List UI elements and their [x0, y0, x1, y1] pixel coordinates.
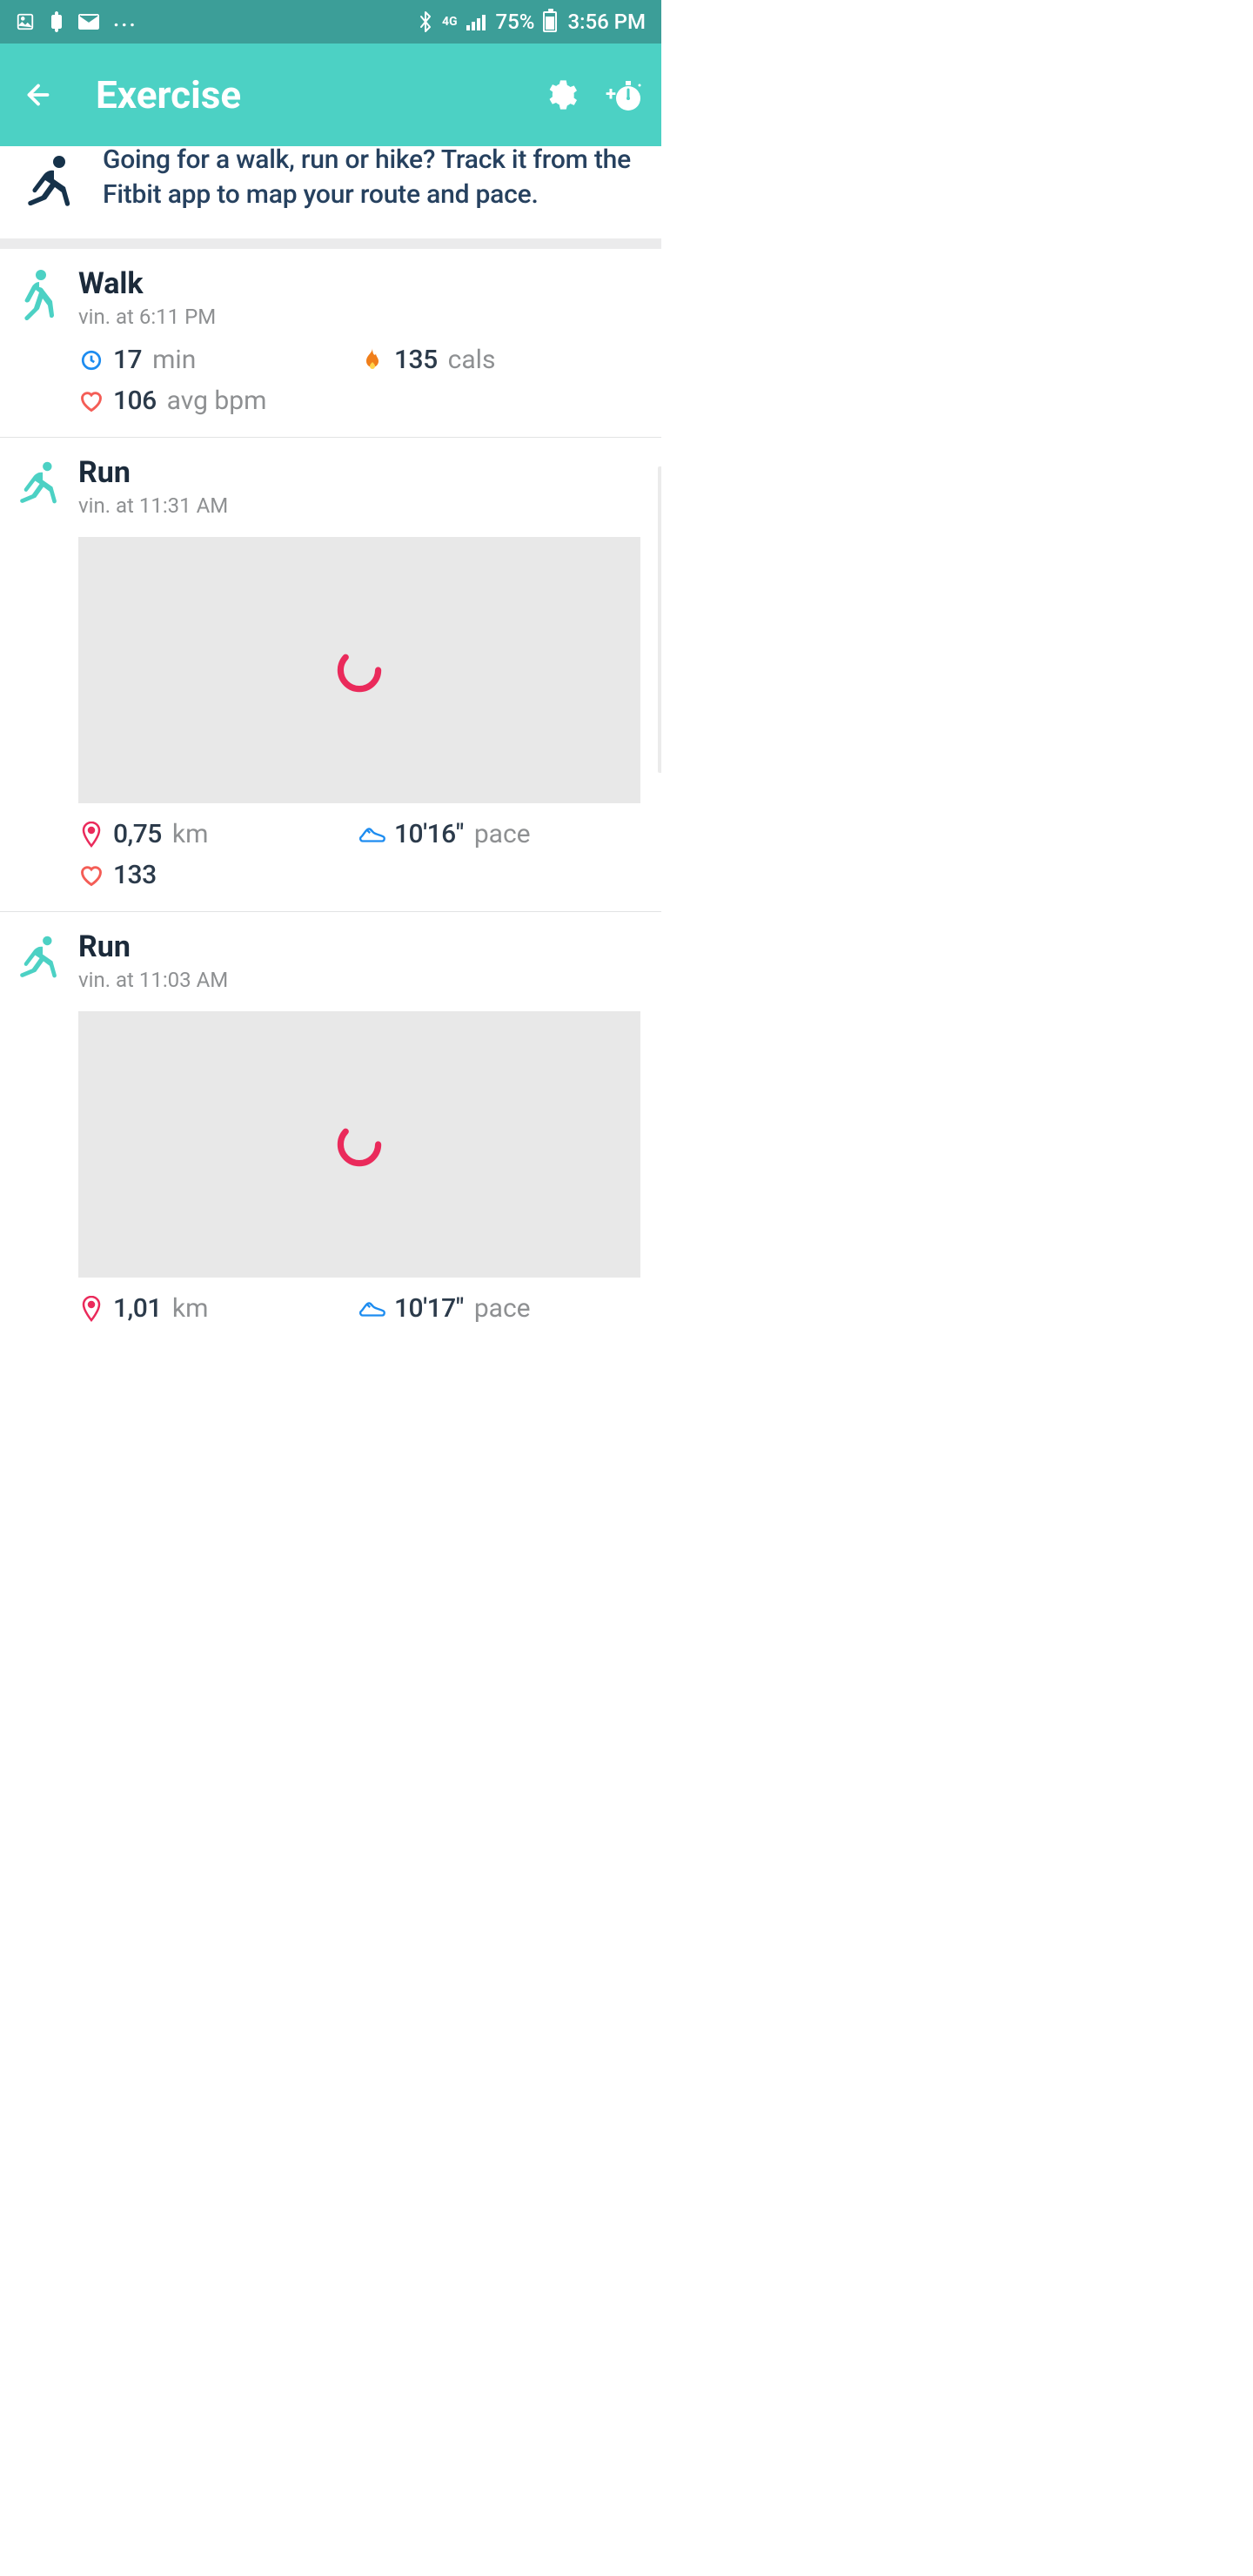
- stat-duration: 17 min: [78, 345, 359, 375]
- battery-label: 75%: [496, 10, 535, 34]
- banner-text: Going for a walk, run or hike? Track it …: [103, 143, 644, 212]
- run-icon: [12, 459, 63, 509]
- battery-icon: [543, 11, 557, 32]
- exercise-title: Run: [78, 931, 640, 963]
- map-placeholder: [78, 537, 640, 803]
- stat-distance: 1,01 km: [78, 1293, 359, 1324]
- map-placeholder: [78, 1011, 640, 1278]
- flame-icon: [359, 347, 385, 373]
- run-icon: [12, 933, 63, 983]
- status-right: 4G 75% 3:56 PM: [418, 10, 646, 34]
- clock-label: 3:56 PM: [567, 10, 646, 34]
- status-ellipsis: ...: [113, 15, 137, 23]
- stat-calories: 135 cals: [359, 345, 640, 375]
- picture-icon: [16, 12, 35, 31]
- heart-icon: [78, 862, 104, 889]
- add-exercise-button[interactable]: +: [602, 74, 644, 116]
- scroll-indicator: [658, 466, 661, 773]
- svg-text:+: +: [606, 84, 616, 105]
- heart-icon: [78, 388, 104, 414]
- pin-icon: [78, 1296, 104, 1322]
- status-left: ...: [16, 11, 137, 32]
- signal-icon: [466, 13, 487, 30]
- shoe-icon: [359, 822, 385, 848]
- stat-distance: 0,75 km: [78, 819, 359, 849]
- app-bar: Exercise +: [0, 44, 661, 146]
- exercise-time: vin. at 11:03 AM: [78, 968, 640, 992]
- network-label: 4G: [442, 15, 458, 29]
- loading-icon: [333, 1118, 385, 1171]
- settings-button[interactable]: [539, 74, 581, 116]
- track-route-banner[interactable]: Going for a walk, run or hike? Track it …: [0, 146, 661, 249]
- fitbit-sync-icon: [49, 11, 64, 32]
- exercise-title: Run: [78, 457, 640, 488]
- exercise-title: Walk: [78, 268, 640, 299]
- clock-icon: [78, 347, 104, 373]
- walk-icon: [12, 270, 63, 320]
- exercise-item-walk[interactable]: Walk vin. at 6:11 PM 17 min 135 cals: [0, 249, 661, 438]
- arrow-left-icon: [23, 79, 54, 111]
- loading-icon: [333, 644, 385, 696]
- stopwatch-plus-icon: +: [604, 76, 642, 114]
- stat-bpm: 106 avg bpm: [78, 386, 359, 416]
- stat-bpm: 133: [78, 860, 359, 890]
- stat-pace: 10'17" pace: [359, 1293, 640, 1324]
- mail-icon: [78, 14, 99, 30]
- exercise-item-run-2[interactable]: Run vin. at 11:03 AM 1,01 km: [0, 912, 661, 1345]
- page-title: Exercise: [96, 72, 539, 117]
- stat-pace: 10'16" pace: [359, 819, 640, 849]
- back-button[interactable]: [17, 74, 59, 116]
- pin-icon: [78, 822, 104, 848]
- gear-icon: [543, 77, 578, 112]
- exercise-time: vin. at 6:11 PM: [78, 305, 640, 329]
- runner-icon: [17, 155, 78, 216]
- shoe-icon: [359, 1296, 385, 1322]
- bluetooth-icon: [418, 10, 433, 33]
- exercise-item-run-1[interactable]: Run vin. at 11:31 AM 0,75 km: [0, 438, 661, 912]
- exercise-time: vin. at 11:31 AM: [78, 493, 640, 518]
- status-bar: ... 4G 75% 3:56 PM: [0, 0, 661, 44]
